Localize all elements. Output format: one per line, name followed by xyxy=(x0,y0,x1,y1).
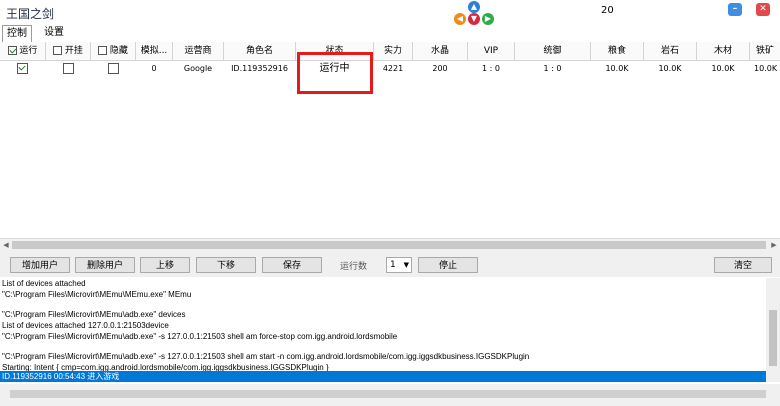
log-line: "C:\Program Files\Microvirt\MEmu\adb.exe… xyxy=(2,332,398,341)
run-count-select[interactable]: 1 ▼ xyxy=(386,257,412,273)
title-bar: 王国之剑 ▲ ◀ ▼ ▶ 20 – ✕ xyxy=(0,0,780,25)
toolbar: 增加用户 删除用户 上移 下移 保存 运行数 1 ▼ 停止 清空 xyxy=(0,251,780,277)
column-header-status[interactable]: 状态 xyxy=(296,42,374,61)
header-run-checkbox[interactable] xyxy=(7,46,17,55)
cell-status: 运行中 xyxy=(319,63,350,74)
log-line: "C:\Program Files\Microvirt\MEmu\adb.exe… xyxy=(2,310,186,319)
column-header-crystal[interactable]: 水晶 xyxy=(413,42,468,61)
window-title: 王国之剑 xyxy=(6,7,55,21)
log-line: "C:\Program Files\Microvirt\MEmu\adb.exe… xyxy=(2,352,530,361)
tab-control[interactable]: 控制 xyxy=(2,25,32,43)
scrollbar-thumb[interactable] xyxy=(10,390,766,398)
log-line-selected[interactable]: ID.119352916 00:54:43 进入游戏 xyxy=(0,371,766,382)
scroll-left-icon[interactable]: ◀ xyxy=(0,239,12,251)
grid-horizontal-scrollbar[interactable]: ◀ ▶ xyxy=(0,238,780,251)
tab-settings[interactable]: 设置 xyxy=(40,25,68,41)
cell-crystal: 200 xyxy=(432,64,448,73)
log-line: List of devices attached xyxy=(2,279,86,288)
cell-stone: 10.0K xyxy=(658,64,682,73)
cell-role: ID.119352916 xyxy=(231,64,288,73)
cell-cheat[interactable] xyxy=(46,62,90,76)
close-icon[interactable]: ✕ xyxy=(756,3,770,16)
cell-power: 4221 xyxy=(382,64,404,73)
minimize-icon[interactable]: – xyxy=(728,3,742,16)
log-vertical-scrollbar[interactable] xyxy=(766,278,780,382)
column-header-sim[interactable]: 模拟... xyxy=(136,42,173,61)
header-cheat-checkbox[interactable] xyxy=(53,46,63,55)
cell-command: 1 : 0 xyxy=(543,64,562,73)
column-header-run[interactable]: 运行 xyxy=(0,42,46,61)
column-header-vip[interactable]: VIP xyxy=(468,42,515,61)
column-header-power[interactable]: 实力 xyxy=(374,42,413,61)
log-line: List of devices attached 127.0.0.1:21503… xyxy=(2,321,169,330)
up-arrow-icon[interactable]: ▲ xyxy=(468,1,480,13)
cheat-checkbox[interactable] xyxy=(62,63,74,74)
log-horizontal-scrollbar[interactable] xyxy=(0,384,780,406)
cell-hide[interactable] xyxy=(91,62,135,76)
cell-vip: 1 : 0 xyxy=(482,64,500,73)
cell-operator: Google xyxy=(183,64,213,73)
cell-wood: 10.0K xyxy=(711,64,735,73)
column-header-command[interactable]: 统御 xyxy=(515,42,591,61)
add-user-button[interactable]: 增加用户 xyxy=(10,257,70,273)
stop-button[interactable]: 停止 xyxy=(418,257,478,273)
column-header-stone[interactable]: 岩石 xyxy=(644,42,697,61)
delete-user-button[interactable]: 删除用户 xyxy=(75,257,135,273)
scroll-right-icon[interactable]: ▶ xyxy=(768,239,780,251)
move-up-button[interactable]: 上移 xyxy=(140,257,190,273)
log-line: "C:\Program Files\Microvirt\MEmu\MEmu.ex… xyxy=(2,290,192,299)
run-count-label: 运行数 xyxy=(340,262,368,272)
save-button[interactable]: 保存 xyxy=(262,257,322,273)
clear-button[interactable]: 清空 xyxy=(714,257,772,273)
account-grid: 运行 开挂 隐藏 模拟... 运营商 角色名 状态 实力 水晶 VIP 统御 粮… xyxy=(0,42,780,238)
column-header-ore[interactable]: 铁矿 xyxy=(750,42,780,61)
cell-ore: 10.0K xyxy=(754,64,778,73)
log-panel[interactable]: List of devices attached "C:\Program Fil… xyxy=(0,278,766,382)
tab-bar: 控制 设置 xyxy=(0,24,780,43)
column-header-cheat[interactable]: 开挂 xyxy=(46,42,91,61)
column-header-food[interactable]: 粮食 xyxy=(591,42,644,61)
cell-food: 10.0K xyxy=(605,64,629,73)
hide-checkbox[interactable] xyxy=(107,63,119,74)
scrollbar-thumb[interactable] xyxy=(769,310,777,366)
move-down-button[interactable]: 下移 xyxy=(196,257,256,273)
counter-value: 20 xyxy=(601,5,614,16)
scrollbar-thumb[interactable] xyxy=(12,241,766,249)
column-header-wood[interactable]: 木材 xyxy=(697,42,750,61)
run-checkbox[interactable] xyxy=(17,63,28,74)
cell-run[interactable] xyxy=(0,62,45,76)
cell-sim: 0 xyxy=(151,64,157,73)
chevron-down-icon: ▼ xyxy=(403,261,409,269)
column-header-operator[interactable]: 运营商 xyxy=(173,42,224,61)
column-header-hide[interactable]: 隐藏 xyxy=(91,42,136,61)
header-hide-checkbox[interactable] xyxy=(98,46,108,55)
column-header-role[interactable]: 角色名 xyxy=(224,42,296,61)
